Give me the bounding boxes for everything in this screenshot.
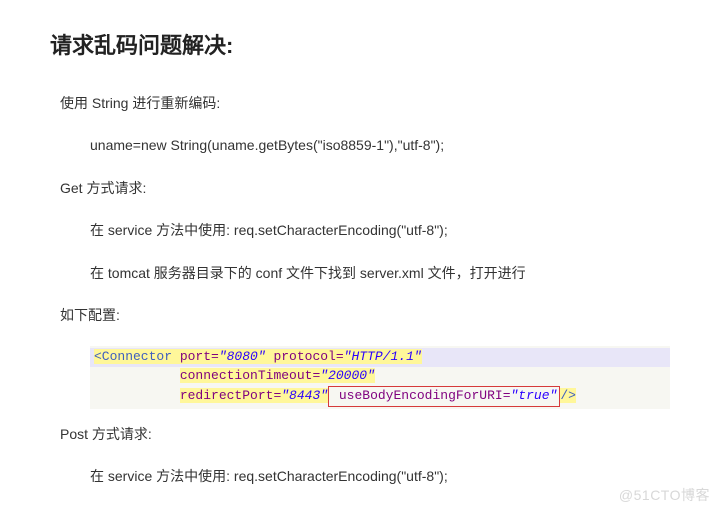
section-config-label: 如下配置: xyxy=(60,304,670,326)
xml-tag-close: /> xyxy=(560,388,576,403)
section-post-request: Post 方式请求: xyxy=(60,423,670,445)
watermark: @51CTO博客 xyxy=(619,485,710,505)
xml-indent-3 xyxy=(94,388,180,403)
xml-line-1: <Connector port="8080" protocol="HTTP/1.… xyxy=(90,348,670,367)
attr-port-val: "8080" xyxy=(219,349,266,364)
heading-title: 请求乱码问题解决: xyxy=(50,28,670,60)
highlight-redbox: useBodyEncodingForURI="true" xyxy=(328,386,560,407)
attr-ct-name: connectionTimeout= xyxy=(180,368,320,383)
xml-tag-open: <Connector xyxy=(94,349,172,364)
xml-line-3: redirectPort="8443" useBodyEncodingForUR… xyxy=(90,386,670,407)
attr-enc-val: "true" xyxy=(511,388,558,403)
xml-line-2: connectionTimeout="20000" xyxy=(90,367,670,386)
xml-code-block: <Connector port="8080" protocol="HTTP/1.… xyxy=(90,346,670,409)
get-line-1: 在 service 方法中使用: req.setCharacterEncodin… xyxy=(90,219,670,241)
attr-enc-name: useBodyEncodingForURI= xyxy=(331,388,510,403)
attr-port-name: port= xyxy=(172,349,219,364)
xml-indent-2 xyxy=(94,368,180,383)
attr-proto-name: protocol= xyxy=(266,349,344,364)
attr-proto-val: "HTTP/1.1" xyxy=(344,349,422,364)
section-string-reencode: 使用 String 进行重新编码: xyxy=(60,92,670,114)
post-line-1: 在 service 方法中使用: req.setCharacterEncodin… xyxy=(90,465,670,487)
attr-ct-val: "20000" xyxy=(320,368,375,383)
attr-rp-val: "8443" xyxy=(281,388,328,403)
get-line-2: 在 tomcat 服务器目录下的 conf 文件下找到 server.xml 文… xyxy=(90,262,670,284)
attr-rp-name: redirectPort= xyxy=(180,388,281,403)
section-get-request: Get 方式请求: xyxy=(60,177,670,199)
code-string-reencode: uname=new String(uname.getBytes("iso8859… xyxy=(90,134,670,156)
